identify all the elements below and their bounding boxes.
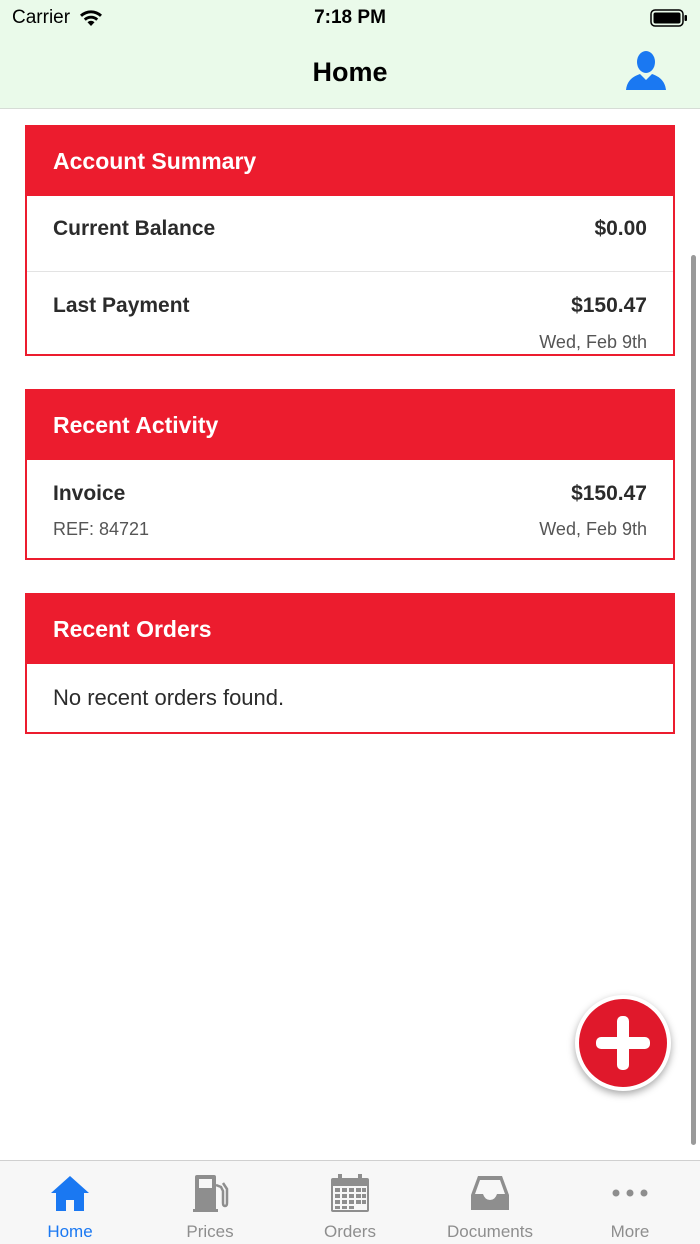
last-payment-value: $150.47 [571,294,647,317]
top-bar: Carrier 7:18 PM Home [0,0,700,109]
tab-documents[interactable]: Documents [420,1161,560,1244]
ellipsis-icon [612,1189,648,1197]
activity-item[interactable]: Invoice $150.47 REF: 84721 Wed, Feb 9th [27,460,673,558]
activity-type: Invoice [53,482,126,505]
house-icon [51,1176,89,1211]
page-title: Home [312,57,388,87]
last-payment-row: Last Payment $150.47 Wed, Feb 9th [27,271,673,354]
orders-empty-message: No recent orders found. [53,685,285,710]
recent-orders-header: Recent Orders [27,595,673,664]
current-balance-value: $0.00 [594,217,647,240]
tab-documents-label: Documents [447,1222,533,1241]
tab-prices[interactable]: Prices [140,1161,280,1244]
orders-empty-row: No recent orders found. [27,664,673,732]
activity-amount: $150.47 [571,482,647,505]
status-time: 7:18 PM [314,7,386,28]
calendar-icon [331,1174,369,1212]
recent-orders-card: Recent Orders No recent orders found. [25,593,675,734]
current-balance-label: Current Balance [53,217,216,240]
tab-home-label: Home [47,1222,93,1241]
tab-orders-label: Orders [324,1222,376,1241]
account-summary-header: Account Summary [27,127,673,196]
current-balance-row: Current Balance $0.00 [27,196,673,271]
tab-more-label: More [610,1222,650,1241]
activity-ref: REF: 84721 [53,519,150,539]
last-payment-date: Wed, Feb 9th [539,332,647,352]
tab-bar: Home Prices Orders Documents More [0,1160,700,1244]
profile-button[interactable] [624,50,668,92]
last-payment-label: Last Payment [53,294,190,317]
recent-activity-header: Recent Activity [27,391,673,460]
tab-orders[interactable]: Orders [280,1161,420,1244]
scroll-indicator[interactable] [691,255,696,1145]
tab-prices-label: Prices [186,1222,234,1241]
recent-activity-card: Recent Activity Invoice $150.47 REF: 847… [25,389,675,560]
battery-icon [650,9,687,27]
tab-home[interactable]: Home [0,1161,140,1244]
inbox-tray-icon [471,1176,509,1210]
fuel-pump-icon [193,1175,229,1212]
tab-more[interactable]: More [560,1161,700,1244]
activity-date: Wed, Feb 9th [539,519,647,539]
plus-icon [596,1016,650,1070]
account-summary-card: Account Summary Current Balance $0.00 La… [25,125,675,356]
person-icon [626,51,666,90]
add-button[interactable] [575,995,671,1091]
